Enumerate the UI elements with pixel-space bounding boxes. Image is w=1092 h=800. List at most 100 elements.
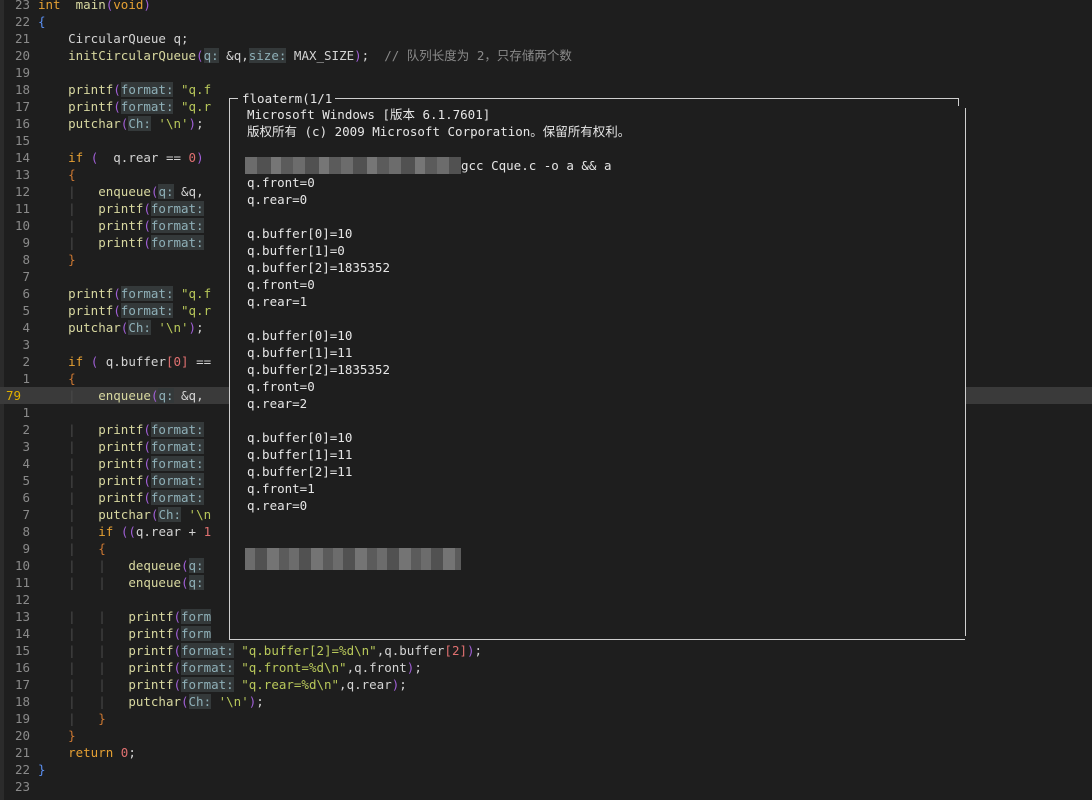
- line-number: 16: [14, 116, 30, 131]
- code-token: {: [68, 371, 76, 386]
- code-token: (: [173, 660, 181, 675]
- line-number: 5: [22, 303, 30, 318]
- code-token: '\n: [181, 507, 212, 522]
- line-number: 12: [14, 184, 30, 199]
- terminal-output[interactable]: Microsoft Windows [版本 6.1.7601] 版权所有 (c) …: [245, 106, 630, 570]
- code-text: putchar(Ch: '\n');: [38, 115, 204, 132]
- code-token: CircularQueue q;: [38, 31, 189, 46]
- code-text: printf(format: "q.r: [38, 98, 211, 115]
- code-token: (: [143, 422, 151, 437]
- floaterm-border-right: [965, 108, 966, 636]
- code-token: format:: [120, 82, 174, 97]
- code-text: | printf(format:: [38, 472, 204, 489]
- code-token: q.buffer: [98, 354, 166, 369]
- code-token: ;: [361, 48, 385, 63]
- code-token: | |: [38, 626, 106, 641]
- code-text: | | printf(format: "q.front=%d\n",q.fron…: [38, 659, 422, 676]
- code-token: ]: [181, 354, 189, 369]
- code-line[interactable]: 23: [0, 778, 1092, 795]
- code-token: if: [98, 524, 114, 539]
- code-token: }: [38, 762, 46, 777]
- terminal-line: Microsoft Windows [版本 6.1.7601]: [247, 107, 491, 122]
- code-text: | | printf(format: "q.rear=%d\n",q.rear)…: [38, 676, 407, 693]
- code-token: ==: [188, 354, 212, 369]
- code-text: {: [38, 370, 76, 387]
- code-token: (: [143, 218, 151, 233]
- code-line[interactable]: 17 | | printf(format: "q.rear=%d\n",q.re…: [0, 676, 1092, 693]
- code-token: | |: [38, 558, 106, 573]
- code-line[interactable]: 20 initCircularQueue(q: &q,size: MAX_SIZ…: [0, 47, 1092, 64]
- code-token: | |: [38, 694, 106, 709]
- code-line[interactable]: 22 {: [0, 13, 1092, 30]
- line-number: 23: [14, 0, 30, 12]
- code-token: putchar: [68, 116, 121, 131]
- code-line[interactable]: 20 }: [0, 727, 1092, 744]
- code-text: | | putchar(Ch: '\n');: [38, 693, 264, 710]
- code-line[interactable]: 22}: [0, 761, 1092, 778]
- code-text: putchar(Ch: '\n');: [38, 319, 204, 336]
- code-token: &q,: [173, 184, 204, 199]
- code-token: (: [173, 643, 181, 658]
- code-line[interactable]: 19 | }: [0, 710, 1092, 727]
- code-text: CircularQueue q;: [38, 30, 189, 47]
- code-line[interactable]: 21 CircularQueue q;: [0, 30, 1092, 47]
- line-number: 11: [14, 201, 30, 216]
- code-token: putchar: [68, 320, 121, 335]
- code-token: printf: [128, 609, 174, 624]
- code-token: (: [143, 201, 151, 216]
- terminal-line: q.front=1: [247, 481, 315, 496]
- code-text: if ( q.buffer[0] ==: [38, 353, 211, 370]
- code-text: if ( q.rear == 0): [38, 149, 204, 166]
- terminal-line: gcc Cque.c -o a && a: [245, 157, 630, 174]
- code-line[interactable]: 19: [0, 64, 1092, 81]
- code-token: printf: [68, 286, 114, 301]
- code-line[interactable]: 16 | | printf(format: "q.front=%d\n",q.f…: [0, 659, 1092, 676]
- terminal-line: q.buffer[1]=0: [247, 243, 345, 258]
- terminal-line: q.front=0: [247, 277, 315, 292]
- code-token: dequeue: [128, 558, 181, 573]
- terminal-line: q.buffer[0]=10: [247, 226, 353, 241]
- terminal-line: q.front=0: [247, 379, 315, 394]
- code-line[interactable]: 18 | | putchar(Ch: '\n');: [0, 693, 1092, 710]
- code-token: (: [143, 235, 151, 250]
- code-line[interactable]: 21 return 0;: [0, 744, 1092, 761]
- code-token: printf: [128, 660, 174, 675]
- code-line[interactable]: 23 int main(void): [0, 0, 1092, 13]
- code-token: printf: [98, 422, 144, 437]
- code-line[interactable]: 15 | | printf(format: "q.buffer[2]=%d\n"…: [0, 642, 1092, 659]
- line-number: 19: [14, 65, 30, 80]
- code-text: printf(format: "q.f: [38, 81, 211, 98]
- code-text: | }: [38, 710, 106, 727]
- code-token: format:: [150, 490, 204, 505]
- terminal-line: q.buffer[2]=1835352: [247, 260, 390, 275]
- floaterm-border-top-right: [335, 98, 958, 99]
- code-token: {: [38, 14, 46, 29]
- floaterm-window[interactable]: floaterm(1/1 Microsoft Windows [版本 6.1.7…: [229, 90, 966, 640]
- floaterm-title: floaterm(1/1: [240, 90, 335, 107]
- code-token: form: [181, 609, 212, 624]
- code-token: ): [143, 0, 151, 12]
- code-token: | |: [38, 609, 106, 624]
- code-line[interactable]: 18 printf(format: "q.f: [0, 81, 1092, 98]
- code-token: q:: [158, 184, 174, 199]
- line-number: 10: [14, 218, 30, 233]
- line-number: 4: [22, 456, 30, 471]
- code-token: printf: [98, 439, 144, 454]
- code-token: ;: [196, 116, 204, 131]
- code-token: (: [173, 677, 181, 692]
- code-token: (: [143, 439, 151, 454]
